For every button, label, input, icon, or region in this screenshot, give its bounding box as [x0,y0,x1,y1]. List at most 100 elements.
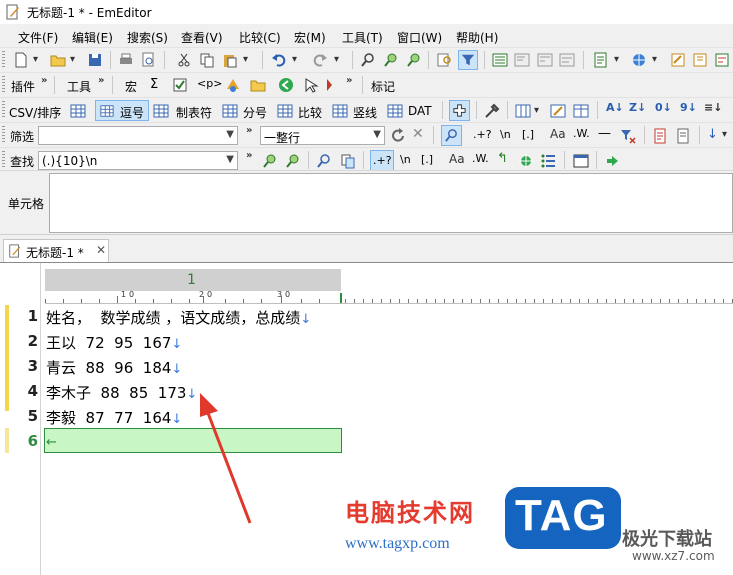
find-whole-word-toggle[interactable]: .W. [472,152,489,165]
encoding-icon[interactable] [593,52,609,68]
open-folder-icon[interactable] [50,52,66,68]
redo-icon[interactable] [312,52,328,68]
macros-overflow-chevron[interactable]: » [346,75,352,86]
properties-icon[interactable] [692,52,708,68]
text-line[interactable]: 王以 72 95 167↓ [46,332,182,353]
customize-icon[interactable] [670,52,686,68]
macro-overflow-icon[interactable] [326,77,334,93]
menu-tools[interactable]: 工具(T) [342,29,383,46]
undo-icon[interactable] [271,52,287,68]
outline-icon[interactable] [714,52,730,68]
open-dropdown-icon[interactable]: ▾ [70,54,75,65]
copy-icon[interactable] [199,52,215,68]
sort-90-icon[interactable]: 9↓ [680,101,697,114]
sort-09-icon[interactable]: 0↓ [655,101,672,114]
paste-dropdown-icon[interactable]: ▾ [243,54,248,65]
menu-window[interactable]: 窗口(W) [397,29,442,46]
grid-icon[interactable] [222,103,238,119]
new-dropdown-icon[interactable]: ▾ [33,54,38,65]
toolbar-grip[interactable] [2,101,5,119]
grid-icon[interactable] [277,103,293,119]
filter-input[interactable]: ▼ [38,126,238,145]
csv-compare-button[interactable]: 比较 [298,104,322,121]
csv-grid-icon[interactable] [70,103,86,119]
print-icon[interactable] [118,52,134,68]
find-match-case-toggle[interactable]: Aa [449,152,465,166]
csv-sort-label[interactable]: CSV/排序 [9,104,61,121]
go-arrow-icon[interactable] [604,153,620,169]
chevron-down-icon[interactable]: ▼ [226,154,234,165]
csv-pipe-button[interactable]: 竖线 [353,104,377,121]
wrap-page-icon[interactable] [537,52,553,68]
find-input[interactable]: (.){10}\n ▼ [38,151,238,170]
filter-bracket-toggle[interactable]: [.] [522,128,534,141]
table-view-icon[interactable] [573,103,589,119]
plugins-toolbar-label[interactable]: 插件 [11,78,35,95]
filter-toggle-button[interactable] [458,50,478,70]
filter-regex-toggle[interactable]: .+? [473,128,492,141]
filter-overflow-chevron[interactable]: » [246,125,252,136]
filter-search-button[interactable] [441,125,462,146]
find-regex-toggle[interactable]: .+? [370,150,394,171]
open-recent-icon[interactable] [250,77,266,93]
wrap-window-icon[interactable] [514,52,530,68]
print-preview-icon[interactable] [140,52,156,68]
menu-edit[interactable]: 编辑(E) [72,29,113,46]
find-next-icon[interactable] [383,52,399,68]
menu-view[interactable]: 查看(V) [181,29,223,46]
find-newline-toggle[interactable]: \n [400,153,411,166]
csv-comma-button[interactable]: 逗号 [95,100,149,121]
run-macro-icon[interactable] [278,77,294,93]
sigma-icon[interactable]: Σ [150,77,158,92]
close-tab-icon[interactable]: ✕ [96,243,106,257]
markers-toolbar-label[interactable]: 标记 [371,78,395,95]
redo-dropdown-icon[interactable]: ▾ [334,54,339,65]
filter-whole-word-toggle[interactable]: .W. [573,127,590,140]
macros-toolbar-label[interactable]: 宏 [125,78,137,95]
columns-icon[interactable] [515,103,531,119]
tools-toolbar-label[interactable]: 工具 [67,78,91,95]
toolbar-grip[interactable] [2,151,5,169]
toolbar-grip[interactable] [2,126,5,144]
search-icon[interactable] [316,153,332,169]
text-line[interactable]: 李毅 87 77 164↓ [46,407,182,428]
find-overflow-chevron[interactable]: » [246,150,252,161]
browser-dropdown-icon[interactable]: ▾ [652,54,657,65]
down-dropdown-icon[interactable]: ▾ [722,129,727,140]
menu-file[interactable]: 文件(F) [18,29,58,46]
grid-icon[interactable] [387,103,403,119]
sort-za-icon[interactable]: Z↓ [629,101,646,114]
new-file-icon[interactable] [13,52,29,68]
find-next-icon[interactable] [262,153,278,169]
chevron-down-icon[interactable]: ▼ [226,129,234,140]
html-tag-icon[interactable]: <p> [197,77,222,90]
undo-dropdown-icon[interactable]: ▾ [292,54,297,65]
columns-dropdown-icon[interactable]: ▾ [534,105,539,116]
document-icon[interactable] [675,128,691,144]
filter-mode-select[interactable]: 一整行 ▼ [260,126,385,145]
find-in-files-icon[interactable] [437,52,453,68]
record-macro-icon[interactable] [303,77,319,93]
next-down-arrow-icon[interactable]: ↓ [707,127,718,142]
text-line-current[interactable]: ← [46,432,57,450]
wrap-off-icon[interactable] [492,52,508,68]
grid-icon[interactable] [153,103,169,119]
grid-icon[interactable] [332,103,348,119]
plugins-overflow-chevron[interactable]: » [41,75,47,86]
text-line[interactable]: 姓名， 数学成绩 ，语文成绩，总成绩↓ [46,307,311,328]
find-previous-icon[interactable] [285,153,301,169]
refresh-icon[interactable] [390,128,406,144]
filter-newline-toggle[interactable]: \n [500,128,511,141]
menu-help[interactable]: 帮助(H) [456,29,498,46]
replace-icon[interactable] [340,153,356,169]
wrap-ruler-icon[interactable] [559,52,575,68]
cell-select-button[interactable] [449,100,470,121]
find-bracket-toggle[interactable]: [.] [421,153,433,166]
filter-clear-icon[interactable] [620,128,636,144]
sort-az-icon[interactable]: A↓ [606,101,624,114]
find-previous-icon[interactable] [406,52,422,68]
tools-icon[interactable] [484,103,500,119]
csv-tab-button[interactable]: 制表符 [176,104,212,121]
find-color-icon[interactable] [518,153,534,169]
insert-image-icon[interactable] [225,77,241,93]
